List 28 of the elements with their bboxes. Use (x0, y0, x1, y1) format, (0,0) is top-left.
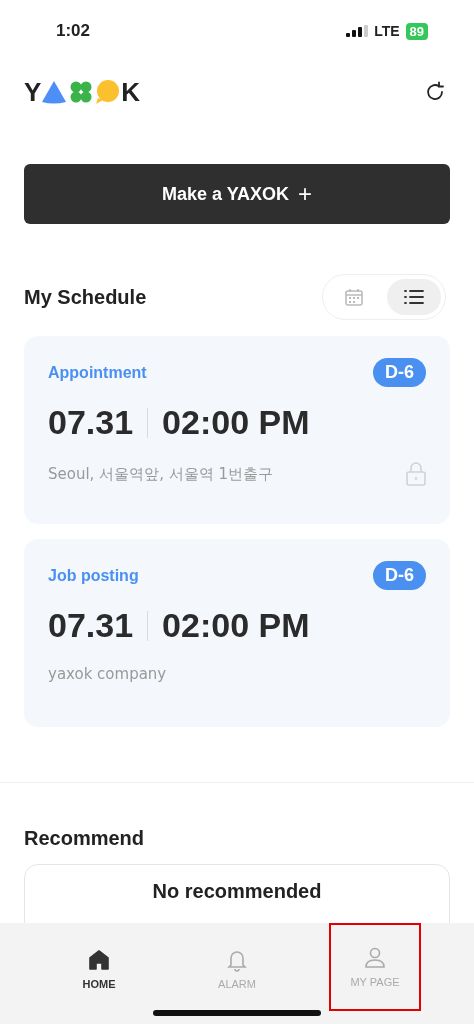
schedule-card[interactable]: Appointment D-6 07.31 02:00 PM Seoul, 서울역앞, 서울역 1번출구 (24, 336, 450, 524)
home-icon (87, 947, 111, 972)
dday-badge: D-6 (373, 358, 426, 387)
refresh-icon[interactable] (424, 81, 446, 103)
schedule-category: Appointment (48, 363, 147, 382)
schedule-time: 02:00 PM (162, 606, 310, 645)
tab-item[interactable]: HOME (53, 931, 145, 1006)
list-icon (404, 287, 424, 307)
schedule-time: 02:00 PM (162, 403, 310, 442)
section-title: Recommend (24, 827, 145, 849)
section-title: My Schedule (24, 285, 147, 309)
dday-badge: D-6 (373, 561, 426, 590)
schedule-card[interactable]: Job posting D-6 07.31 02:00 PM yaxok company (24, 539, 450, 727)
schedule-place: Seoul, 서울역앞, 서울역 1번출구 (48, 464, 273, 484)
calendar-icon (344, 287, 364, 307)
schedule-date: 07.31 (48, 403, 134, 442)
network-label: LTE (374, 23, 400, 39)
person-icon (363, 946, 387, 970)
battery-indicator: 89 (405, 22, 428, 40)
schedule-place: yaxok company (48, 665, 167, 683)
status-time: 1:02 (56, 21, 91, 41)
list-view-button[interactable] (387, 279, 441, 315)
logo-letter: Y (24, 79, 42, 105)
empty-message: No recommended (152, 879, 322, 903)
schedule-category: Job posting (48, 566, 139, 585)
logo-letter: K (121, 79, 141, 105)
schedule-date: 07.31 (48, 606, 134, 645)
signal-icon (346, 25, 369, 37)
